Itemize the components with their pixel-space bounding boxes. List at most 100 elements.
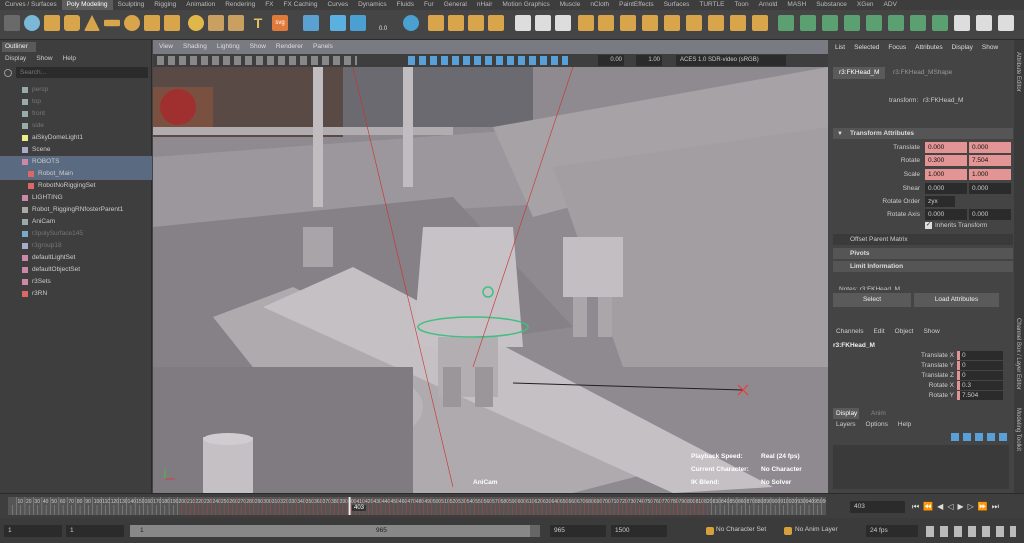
outliner-item[interactable]: defaultObjectSet: [0, 264, 152, 276]
outliner-item[interactable]: aiSkyDomeLight1: [0, 132, 152, 144]
viewport-menu-renderer[interactable]: Renderer: [276, 43, 303, 53]
shelf-tab[interactable]: Arnold: [754, 0, 783, 10]
outliner-menu-display[interactable]: Display: [5, 53, 26, 64]
retopo-icon[interactable]: [686, 15, 702, 31]
shelf-tab[interactable]: nHair: [472, 0, 498, 10]
step-forward-icon[interactable]: ▷: [968, 502, 974, 512]
current-frame-field[interactable]: 403: [850, 501, 905, 513]
ae-shear-x[interactable]: 0.000: [925, 183, 967, 194]
ae-tab-shape[interactable]: r3:FKHead_MShape: [887, 67, 958, 79]
outliner-item[interactable]: side: [0, 120, 152, 132]
outliner-item[interactable]: AniCam: [0, 216, 152, 228]
step-back-icon[interactable]: ◀: [937, 502, 943, 512]
distribute-icon[interactable]: [800, 15, 816, 31]
current-time-indicator[interactable]: [348, 497, 351, 515]
ae-rotate-y[interactable]: 7.504: [969, 155, 1011, 166]
viewport-scene[interactable]: Playback Speed: Real (24 fps) Current Ch…: [153, 66, 828, 493]
cross-icon[interactable]: [976, 15, 992, 31]
falloff-icon[interactable]: [932, 15, 948, 31]
dynamics-icon[interactable]: [888, 15, 904, 31]
go-end-icon[interactable]: ⏭: [992, 502, 999, 512]
shelf-tab[interactable]: Muscle: [555, 0, 586, 10]
quad-draw-icon[interactable]: [578, 15, 594, 31]
shelf-tab[interactable]: Substance: [811, 0, 852, 10]
shelf-tab[interactable]: MASH: [782, 0, 811, 10]
outliner-item[interactable]: persp: [0, 84, 152, 96]
anim-end-field[interactable]: 965: [550, 525, 606, 537]
current-frame-marker[interactable]: 403: [352, 505, 367, 511]
side-tab-channel-box[interactable]: Channel Box / Layer Editor: [1015, 318, 1021, 390]
side-tab-modeling-toolkit[interactable]: Modeling Toolkit: [1015, 408, 1021, 451]
cb-menu-object[interactable]: Object: [895, 328, 914, 335]
outliner-menu-show[interactable]: Show: [36, 53, 52, 64]
ae-rotate-axis-x[interactable]: 0.000: [925, 209, 967, 220]
curve-node-icon[interactable]: [844, 15, 860, 31]
unfold-icon[interactable]: [730, 15, 746, 31]
torus-icon[interactable]: [124, 15, 140, 31]
cb-channel-value[interactable]: 7.504: [957, 391, 1003, 400]
outliner-item[interactable]: RobotNoRiggingSet: [0, 180, 152, 192]
play-back-icon[interactable]: ◁: [947, 502, 953, 512]
connect-icon[interactable]: [555, 15, 571, 31]
fps-dropdown[interactable]: 24 fps: [866, 525, 918, 537]
combine-icon[interactable]: [330, 15, 346, 31]
shelf-tab[interactable]: Rigging: [149, 0, 181, 10]
ae-rotate-x[interactable]: 0.300: [925, 155, 967, 166]
ae-menu-selected[interactable]: Selected: [854, 44, 879, 51]
shelf-tab[interactable]: Surfaces: [659, 0, 695, 10]
extrude-icon[interactable]: [428, 15, 444, 31]
scene-start-field[interactable]: 1: [4, 525, 62, 537]
text-icon[interactable]: T: [250, 15, 266, 31]
shelf-tab[interactable]: Motion Graphics: [497, 0, 554, 10]
layout-icon[interactable]: [752, 15, 768, 31]
scene-end-field[interactable]: 1500: [611, 525, 667, 537]
ae-menu-attributes[interactable]: Attributes: [915, 44, 942, 51]
viewport-menu-show[interactable]: Show: [250, 43, 266, 53]
pyramid-icon[interactable]: [164, 15, 180, 31]
ae-translate-y[interactable]: 0.000: [969, 142, 1011, 153]
uv-icon[interactable]: [708, 15, 724, 31]
cone-icon[interactable]: [84, 15, 100, 31]
viewport-shading-icons[interactable]: [408, 56, 568, 65]
append-icon[interactable]: [488, 15, 504, 31]
shelf-tab[interactable]: Toon: [730, 0, 754, 10]
mirror-icon[interactable]: [642, 15, 658, 31]
shelf-tab[interactable]: nCloth: [585, 0, 614, 10]
shelf-tab[interactable]: Sculpting: [113, 0, 150, 10]
viewport-menu-shading[interactable]: Shading: [183, 43, 207, 53]
bevel-icon[interactable]: [448, 15, 464, 31]
cube-icon[interactable]: [44, 15, 60, 31]
range-slider-handle[interactable]: [130, 525, 530, 537]
cylinder-icon[interactable]: [64, 15, 80, 31]
outliner-item[interactable]: r3RN: [0, 288, 152, 300]
outliner-item[interactable]: r3group18: [0, 240, 152, 252]
ae-menu-focus[interactable]: Focus: [888, 44, 906, 51]
color-space-dropdown[interactable]: ACES 1.0 SDR-video (sRGB): [676, 55, 786, 66]
fill-hole-icon[interactable]: [468, 15, 484, 31]
ae-menu-list[interactable]: List: [835, 44, 845, 51]
cb-channel-value[interactable]: 0: [957, 351, 1003, 360]
settings-gear-icon[interactable]: [4, 15, 20, 31]
smooth-icon[interactable]: [598, 15, 614, 31]
shelf-tab[interactable]: General: [439, 0, 472, 10]
soccer-ball-icon[interactable]: [188, 15, 204, 31]
dots-icon[interactable]: [998, 15, 1014, 31]
outliner-item[interactable]: defaultLightSet: [0, 252, 152, 264]
range-bar-tool-icons[interactable]: [926, 526, 1016, 537]
viewport-tool-icons[interactable]: [157, 56, 357, 65]
time-slider[interactable]: 10 20 30 40 50 60 70 80 90 100 110 120 130 140 150 160 1…: [0, 493, 1024, 518]
prism-icon[interactable]: [144, 15, 160, 31]
repro-icon[interactable]: [910, 15, 926, 31]
ae-scale-x[interactable]: 1.000: [925, 169, 967, 180]
outliner-item[interactable]: front: [0, 108, 152, 120]
outliner-item[interactable]: Robot_Main: [0, 168, 152, 180]
ae-load-attributes-button[interactable]: Load Attributes: [914, 293, 999, 307]
bridge-icon[interactable]: [403, 15, 419, 31]
inherits-transform-checkbox[interactable]: ✓: [925, 222, 932, 229]
outliner-item[interactable]: r3polySurface145: [0, 228, 152, 240]
instancer-icon[interactable]: [866, 15, 882, 31]
shelf-tab[interactable]: Curves / Surfaces: [0, 0, 62, 10]
shelf-tab[interactable]: FX Caching: [279, 0, 323, 10]
cb-menu-edit[interactable]: Edit: [873, 328, 884, 335]
go-start-icon[interactable]: ⏮: [912, 502, 919, 512]
